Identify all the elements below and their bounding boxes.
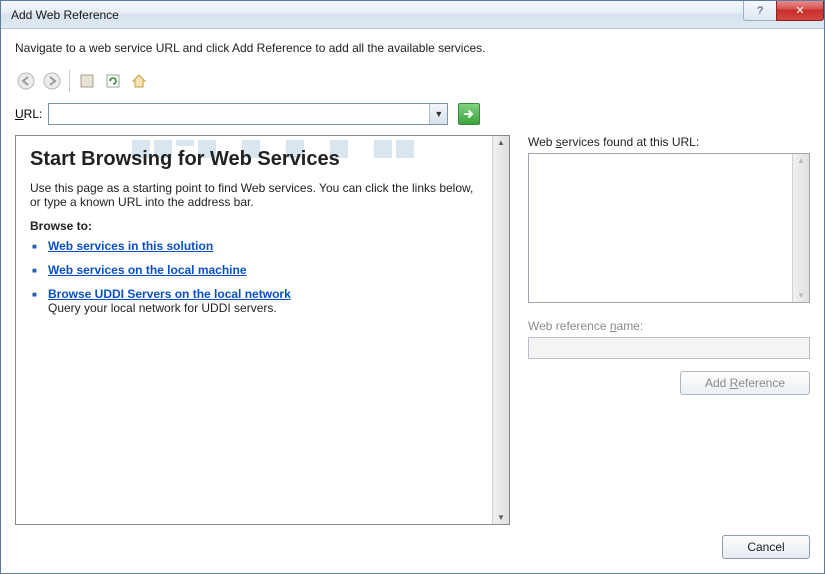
footer: Cancel xyxy=(15,525,810,559)
browse-to-label: Browse to: xyxy=(30,219,478,233)
stop-icon xyxy=(79,73,95,89)
go-button[interactable] xyxy=(458,103,480,125)
url-input[interactable] xyxy=(48,103,448,125)
services-scrollbar[interactable] xyxy=(792,154,809,302)
toolbar xyxy=(15,67,810,95)
close-button[interactable]: ✕ xyxy=(776,1,824,21)
web-reference-name-input[interactable] xyxy=(528,337,810,359)
home-button[interactable] xyxy=(128,70,150,92)
link-uddi-desc: Query your local network for UDDI server… xyxy=(48,301,478,315)
url-combobox[interactable]: ▼ xyxy=(48,103,448,125)
right-column: Web services found at this URL: Web refe… xyxy=(528,135,810,525)
services-listbox[interactable] xyxy=(528,153,810,303)
dialog-window: Add Web Reference ? ✕ Navigate to a web … xyxy=(0,0,825,574)
url-dropdown-button[interactable]: ▼ xyxy=(429,104,447,124)
instruction-text: Navigate to a web service URL and click … xyxy=(15,41,810,55)
list-item: Browse UDDI Servers on the local network… xyxy=(48,287,478,315)
link-ws-local-machine[interactable]: Web services on the local machine xyxy=(48,263,247,277)
close-icon: ✕ xyxy=(795,4,804,17)
services-found-label: Web services found at this URL: xyxy=(528,135,810,149)
stop-button[interactable] xyxy=(76,70,98,92)
refresh-icon xyxy=(105,73,121,89)
forward-icon xyxy=(43,72,61,90)
back-button[interactable] xyxy=(15,70,37,92)
url-label: URL: xyxy=(15,107,42,121)
url-row: URL: ▼ xyxy=(15,103,810,125)
titlebar[interactable]: Add Web Reference ? ✕ xyxy=(1,1,824,29)
list-item: Web services on the local machine xyxy=(48,263,478,277)
window-title: Add Web Reference xyxy=(11,8,119,22)
web-reference-name-label: Web reference name: xyxy=(528,319,810,333)
add-reference-button[interactable]: Add Reference xyxy=(680,371,810,395)
home-icon xyxy=(131,73,147,89)
help-button[interactable]: ? xyxy=(743,1,777,21)
left-column: Start Browsing for Web Services Use this… xyxy=(15,135,510,525)
cancel-button[interactable]: Cancel xyxy=(722,535,810,559)
browser-intro: Use this page as a starting point to fin… xyxy=(30,181,478,209)
browser-heading: Start Browsing for Web Services xyxy=(30,148,478,171)
browser-frame: Start Browsing for Web Services Use this… xyxy=(15,135,510,525)
browser-pane[interactable]: Start Browsing for Web Services Use this… xyxy=(16,136,492,524)
help-icon: ? xyxy=(757,5,763,17)
arrow-right-icon xyxy=(463,108,475,120)
dialog-content: Navigate to a web service URL and click … xyxy=(1,29,824,573)
list-item: Web services in this solution xyxy=(48,239,478,253)
toolbar-separator xyxy=(69,70,70,92)
browser-scrollbar[interactable] xyxy=(492,136,509,524)
refresh-button[interactable] xyxy=(102,70,124,92)
link-uddi-local-network[interactable]: Browse UDDI Servers on the local network xyxy=(48,287,291,301)
back-icon xyxy=(17,72,35,90)
link-ws-solution[interactable]: Web services in this solution xyxy=(48,239,213,253)
chevron-down-icon: ▼ xyxy=(434,109,443,119)
main-area: Start Browsing for Web Services Use this… xyxy=(15,135,810,525)
forward-button[interactable] xyxy=(41,70,63,92)
